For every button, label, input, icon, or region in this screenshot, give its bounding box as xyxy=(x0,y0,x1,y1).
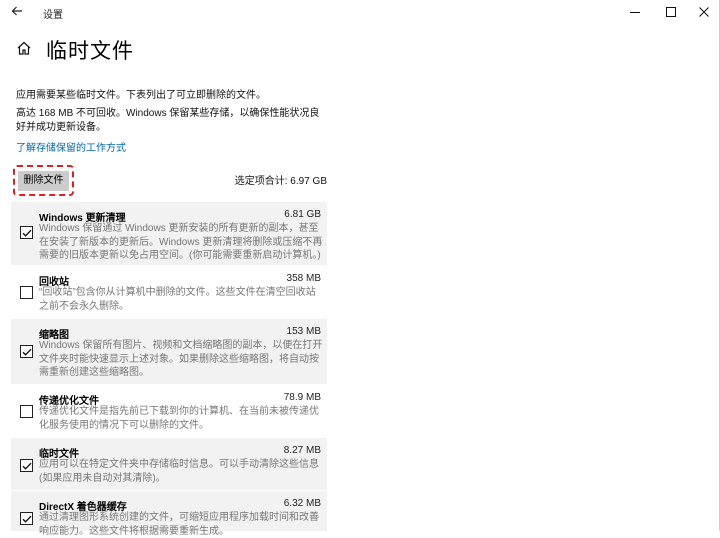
selected-total: 选定项合计: 6.97 GB xyxy=(234,176,327,187)
checkbox-temporary-files[interactable] xyxy=(20,459,33,472)
item-size: 8.27 MB xyxy=(283,445,321,456)
item-description: Windows 保留通过 Windows 更新安装的所有更新的副本，甚至在安装了… xyxy=(39,223,323,261)
close-button[interactable] xyxy=(687,0,720,24)
checkmark-icon xyxy=(22,229,32,237)
checkmark-icon xyxy=(22,515,32,523)
checkbox-directx-shader-cache[interactable] xyxy=(20,512,33,525)
minimize-button[interactable] xyxy=(618,0,652,24)
list-item-delivery-optimization: 传递优化文件 78.9 MB 传递优化文件是指先前已下载到你的计算机、在当前未被… xyxy=(11,385,327,437)
reserved-storage-note: 高达 168 MB 不可回收。Windows 保留某些存储，以确保性能状况良好并… xyxy=(16,108,320,133)
item-size: 153 MB xyxy=(286,326,321,337)
list-item-windows-update-cleanup: Windows 更新清理 6.81 GB Windows 保留通过 Window… xyxy=(11,202,327,265)
item-size: 358 MB xyxy=(286,273,321,284)
checkbox-recycle-bin[interactable] xyxy=(20,286,33,299)
item-description: 传递优化文件是指先前已下载到你的计算机、在当前未被传递优化服务使用的情况下可以删… xyxy=(39,406,319,431)
checkmark-icon xyxy=(22,462,32,470)
checkmark-icon xyxy=(22,348,32,356)
item-description: 通过清理图形系统创建的文件，可缩短应用程序加载时间和改善响应能力。这些文件将根据… xyxy=(39,512,319,537)
item-size: 6.81 GB xyxy=(284,209,321,220)
learn-storage-link[interactable]: 了解存储保留的工作方式 xyxy=(16,139,126,154)
checkbox-delivery-optimization[interactable] xyxy=(20,405,33,418)
checkbox-windows-update-cleanup[interactable] xyxy=(20,226,33,239)
item-description: Windows 保留所有图片、视频和文档缩略图的副本，以便在打开文件夹时能快速显… xyxy=(39,340,323,378)
item-size: 6.32 MB xyxy=(283,498,321,509)
window-title: 设置 xyxy=(43,10,63,21)
title-bar: 设置 xyxy=(0,0,720,24)
maximize-button[interactable] xyxy=(654,0,688,24)
back-arrow-icon[interactable] xyxy=(8,3,26,21)
intro-text: 应用需要某些临时文件。下表列出了可立即删除的文件。 xyxy=(16,90,266,101)
list-item-directx-shader-cache: DirectX 着色器缓存 6.32 MB 通过清理图形系统创建的文件，可缩短应… xyxy=(11,491,327,537)
page-title: 临时文件 xyxy=(46,40,134,63)
list-item-temporary-files: 临时文件 8.27 MB 应用可以在特定文件夹中存储临时信息。可以手动清除这些信… xyxy=(11,438,327,490)
item-size: 78.9 MB xyxy=(283,392,321,403)
remove-files-button[interactable]: 删除文件 xyxy=(18,171,69,191)
item-description: 应用可以在特定文件夹中存储临时信息。可以手动清除这些信息(如果应用未自动对其清除… xyxy=(39,459,319,484)
home-icon[interactable] xyxy=(16,40,34,58)
item-description: “回收站”包含你从计算机中删除的文件。这些文件在清空回收站之前不会永久删除。 xyxy=(39,287,316,312)
list-item-thumbnails: 缩略图 153 MB Windows 保留所有图片、视频和文档缩略图的副本，以便… xyxy=(11,319,327,384)
list-item-recycle-bin: 回收站 358 MB “回收站”包含你从计算机中删除的文件。这些文件在清空回收站… xyxy=(11,266,327,318)
checkbox-thumbnails[interactable] xyxy=(20,345,33,358)
